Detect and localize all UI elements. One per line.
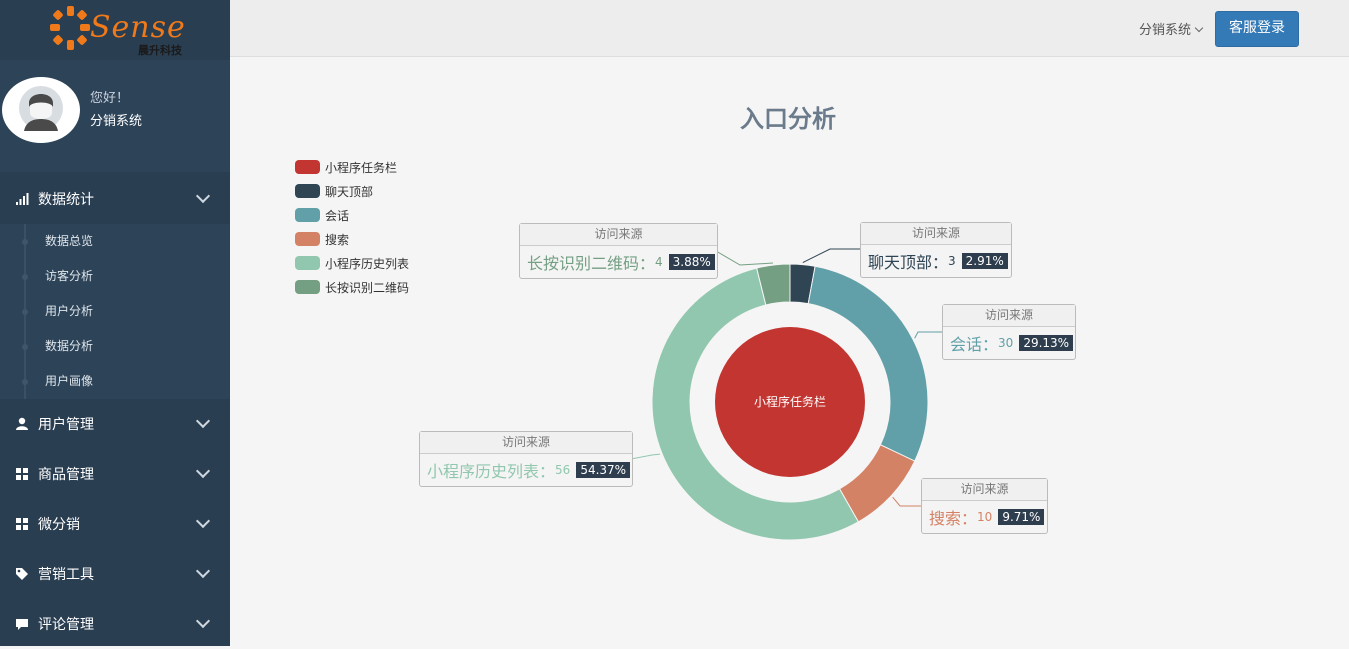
chevron-down-icon: [195, 513, 211, 529]
label-connector-line: [630, 453, 661, 460]
tooltip-title: 访问来源: [420, 432, 632, 454]
main-content: 入口分析 小程序任务栏 聊天顶部 会话 搜索 小程序历史列表 长按识别二维码 小…: [230, 57, 1349, 646]
tooltip-count: 4: [655, 255, 663, 269]
bar-chart-icon: [16, 193, 29, 205]
center-label: 小程序任务栏: [754, 394, 826, 409]
chevron-down-icon: [195, 413, 211, 429]
sidebar-menu: 数据统计 数据总览 访客分析 用户分析 数据分析 用户画像 用户管理 商品管理 …: [0, 174, 230, 649]
chevron-down-icon: [1194, 23, 1204, 33]
user-name: 分销系统: [90, 114, 143, 129]
tooltip-sep: ：: [639, 254, 656, 273]
sidebar-item-label: 商品管理: [38, 467, 94, 483]
sidebar: Sense 晨升科技 您好！ 分销系统 数据统计 数据总览 访客分析 用户分析 …: [0, 0, 230, 646]
chevron-down-icon: [195, 188, 211, 204]
sidebar-item-data-stats[interactable]: 数据统计: [0, 174, 230, 224]
tooltip-count: 30: [998, 336, 1014, 350]
greeting-text: 您好！: [90, 91, 130, 106]
donut-chart: 小程序任务栏: [630, 248, 942, 541]
logo: Sense 晨升科技: [48, 4, 188, 57]
system-dropdown-label: 分销系统: [1138, 23, 1191, 38]
sidebar-item-label: 营销工具: [38, 567, 94, 583]
sidebar-item-comment-management[interactable]: 评论管理: [0, 599, 230, 649]
label-connector-line: [802, 248, 860, 264]
sidebar-item-product-management[interactable]: 商品管理: [0, 449, 230, 499]
tags-icon: [16, 568, 28, 580]
avatar[interactable]: [2, 77, 80, 143]
tooltip-sep: ：: [982, 335, 999, 354]
tooltip-count: 56: [555, 463, 571, 477]
sun-logo-icon: [50, 6, 90, 50]
tooltip-title: 访问来源: [520, 224, 717, 246]
tooltip-percent: 2.91%: [961, 253, 1008, 269]
system-dropdown[interactable]: 分销系统: [1138, 19, 1204, 38]
sidebar-subitem-data[interactable]: 数据分析: [0, 329, 230, 364]
sidebar-item-user-management[interactable]: 用户管理: [0, 399, 230, 449]
sidebar-item-label: 评论管理: [38, 617, 94, 633]
sidebar-item-marketing-tools[interactable]: 营销工具: [0, 549, 230, 599]
tooltip-percent: 9.71%: [998, 509, 1045, 525]
logo-subtitle: 晨升科技: [138, 44, 182, 57]
tooltip-history-list: 访问来源 小程序历史列表： 56 54.37%: [419, 431, 633, 487]
tooltip-title: 访问来源: [922, 479, 1047, 501]
sidebar-item-label: 数据统计: [38, 192, 94, 208]
sidebar-subitem-overview[interactable]: 数据总览: [0, 224, 230, 259]
tooltip-percent: 29.13%: [1019, 335, 1074, 351]
user-avatar-icon: [19, 86, 63, 131]
tooltip-name: 长按识别二维码: [527, 254, 640, 273]
logo-brand: Sense: [90, 10, 186, 45]
grid-icon: [16, 518, 28, 530]
tooltip-title: 访问来源: [861, 223, 1011, 245]
top-header: 分销系统 客服登录: [230, 0, 1349, 57]
tooltip-name: 会话: [950, 335, 983, 354]
tooltip-count: 3: [948, 254, 956, 268]
tooltip-sep: ：: [539, 462, 556, 481]
chevron-down-icon: [195, 563, 211, 579]
sidebar-item-label: 微分销: [38, 517, 80, 533]
tooltip-chat-top: 访问来源 聊天顶部： 3 2.91%: [860, 222, 1012, 278]
chevron-down-icon: [195, 463, 211, 479]
sidebar-item-micro-distribution[interactable]: 微分销: [0, 499, 230, 549]
chevron-down-icon: [195, 613, 211, 629]
tooltip-session: 访问来源 会话： 30 29.13%: [942, 304, 1076, 360]
grid-icon: [16, 468, 28, 480]
comment-icon: [16, 619, 28, 630]
tooltip-search: 访问来源 搜索： 10 9.71%: [921, 478, 1048, 534]
user-profile: 您好！ 分销系统: [0, 60, 230, 172]
user-icon: [16, 417, 28, 430]
label-connector-line: [892, 496, 921, 507]
tooltip-name: 聊天顶部: [868, 253, 933, 272]
sidebar-item-label: 用户管理: [38, 417, 94, 433]
submenu-data-stats: 数据总览 访客分析 用户分析 数据分析 用户画像: [0, 224, 230, 399]
tooltip-name: 搜索: [929, 509, 962, 528]
label-connector-line: [914, 331, 942, 339]
label-connector-line: [715, 250, 773, 266]
tooltip-sep: ：: [961, 509, 978, 528]
sidebar-subitem-portrait[interactable]: 用户画像: [0, 364, 230, 399]
tooltip-count: 10: [977, 510, 993, 524]
tooltip-percent: 3.88%: [668, 254, 715, 270]
tooltip-title: 访问来源: [943, 305, 1075, 327]
tooltip-name: 小程序历史列表: [427, 462, 540, 481]
sidebar-subitem-user[interactable]: 用户分析: [0, 294, 230, 329]
customer-service-login-button[interactable]: 客服登录: [1215, 11, 1299, 47]
sidebar-subitem-visitor[interactable]: 访客分析: [0, 259, 230, 294]
tooltip-sep: ：: [932, 253, 949, 272]
tooltip-long-press-qr: 访问来源 长按识别二维码： 4 3.88%: [519, 223, 718, 279]
tooltip-percent: 54.37%: [576, 462, 631, 478]
